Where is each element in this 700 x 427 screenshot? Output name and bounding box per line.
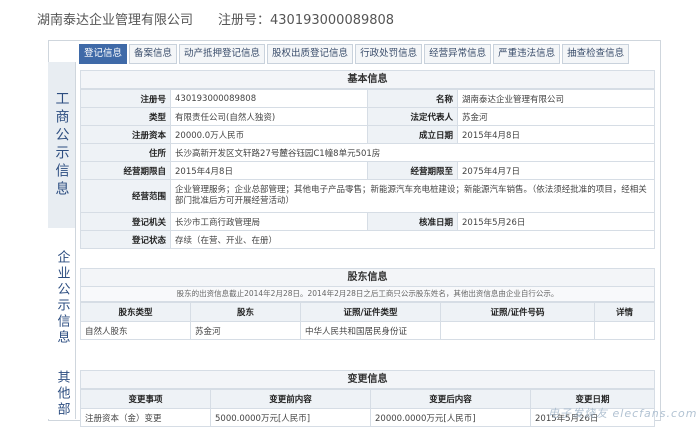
table-cell: 苏金河 [190, 321, 301, 340]
basic-info-section: 基本信息 注册号 430193000089808 名称 湖南泰达企业管理有限公司… [80, 70, 655, 249]
field-label: 住所 [80, 143, 171, 162]
column-header: 变更事项 [80, 389, 211, 409]
column-header: 证照/证件号码 [440, 302, 595, 322]
field-value: 企业管理服务；企业总部管理；其他电子产品零售；新能源汽车充电桩建设；新能源汽车销… [170, 179, 655, 213]
tab-equity-pledge[interactable]: 股权出质登记信息 [267, 44, 354, 64]
table-cell: 20000.0000万元[人民币] [370, 408, 531, 427]
field-label: 法定代表人 [367, 107, 458, 126]
side-tab-label: 其他部 [54, 369, 70, 418]
company-name: 湖南泰达企业管理有限公司 [37, 13, 194, 28]
field-label: 核准日期 [367, 212, 458, 231]
column-header: 证照/证件类型 [300, 302, 441, 322]
tab-registration[interactable]: 登记信息 [79, 44, 128, 64]
field-label: 成立日期 [367, 125, 458, 144]
tab-spot-check[interactable]: 抽查检查信息 [562, 44, 630, 64]
tab-chattel-mortgage[interactable]: 动产抵押登记信息 [179, 44, 266, 64]
column-header: 股东类型 [80, 302, 191, 322]
field-value: 2015年4月8日 [170, 161, 368, 180]
field-value: 长沙高新开发区文轩路27号麓谷钰园C1幢8单元501房 [170, 143, 655, 162]
field-label: 注册资本 [80, 125, 171, 144]
tab-administrative-penalty[interactable]: 行政处罚信息 [355, 44, 423, 64]
field-value: 2075年4月7日 [457, 161, 655, 180]
tab-serious-violation[interactable]: 严重违法信息 [493, 44, 561, 64]
field-label: 注册号 [80, 89, 171, 108]
field-label: 经营期限至 [367, 161, 458, 180]
page-header: 湖南泰达企业管理有限公司 注册号：430193000089808 [0, 0, 700, 38]
field-label: 名称 [367, 89, 458, 108]
table-cell: 自然人股东 [80, 321, 191, 340]
column-header: 详情 [594, 302, 655, 322]
side-tab-business-info[interactable]: 工商公示信息 [48, 62, 76, 228]
section-title: 股东信息 [80, 268, 655, 287]
field-label: 类型 [80, 107, 171, 126]
tab-abnormal-operation[interactable]: 经营异常信息 [424, 44, 492, 64]
column-header: 变更后内容 [370, 389, 531, 409]
field-value: 20000.0万人民币 [170, 125, 368, 144]
field-value: 苏金河 [457, 107, 655, 126]
shareholder-section: 股东信息 股东的出资信息截止2014年2月28日。2014年2月28日之后工商只… [80, 268, 655, 340]
column-header: 变更前内容 [210, 389, 371, 409]
field-value: 2015年5月26日 [457, 212, 655, 231]
table-cell: 中华人民共和国居民身份证 [300, 321, 441, 340]
shareholder-table: 股东类型 股东 证照/证件类型 证照/证件号码 详情 自然人股东 苏金河 中华人… [80, 302, 655, 340]
field-value: 存续（在营、开业、在册） [170, 230, 655, 249]
registration-number: 注册号：430193000089808 [218, 13, 395, 28]
tab-filing[interactable]: 备案信息 [129, 44, 178, 64]
side-tab-label: 企业公示信息 [54, 250, 70, 346]
field-value: 长沙市工商行政管理局 [170, 212, 368, 231]
field-label: 经营范围 [80, 179, 171, 213]
side-tab-other-info[interactable]: 其他部 [48, 368, 76, 419]
table-cell [594, 321, 655, 340]
field-label: 登记机关 [80, 212, 171, 231]
tab-bar: 登记信息 备案信息 动产抵押登记信息 股权出质登记信息 行政处罚信息 经营异常信… [76, 44, 662, 64]
field-label: 经营期限自 [80, 161, 171, 180]
table-cell: 5000.0000万元[人民币] [210, 408, 371, 427]
side-tab-enterprise-info[interactable]: 企业公示信息 [48, 228, 76, 368]
basic-info-table: 注册号 430193000089808 名称 湖南泰达企业管理有限公司 类型 有… [80, 89, 655, 249]
field-value: 湖南泰达企业管理有限公司 [457, 89, 655, 108]
table-cell: 注册资本（金）变更 [80, 408, 211, 427]
field-label: 登记状态 [80, 230, 171, 249]
side-tab-label: 工商公示信息 [53, 91, 70, 199]
field-value: 有限责任公司(自然人独资) [170, 107, 368, 126]
field-value: 430193000089808 [170, 89, 368, 108]
table-row: 自然人股东 苏金河 中华人民共和国居民身份证 [80, 321, 655, 340]
section-title: 基本信息 [80, 70, 655, 89]
column-header: 股东 [190, 302, 301, 322]
table-cell [440, 321, 595, 340]
shareholder-note: 股东的出资信息截止2014年2月28日。2014年2月28日之后工商只公示股东姓… [80, 287, 655, 302]
section-title: 变更信息 [80, 370, 655, 389]
field-value: 2015年4月8日 [457, 125, 655, 144]
